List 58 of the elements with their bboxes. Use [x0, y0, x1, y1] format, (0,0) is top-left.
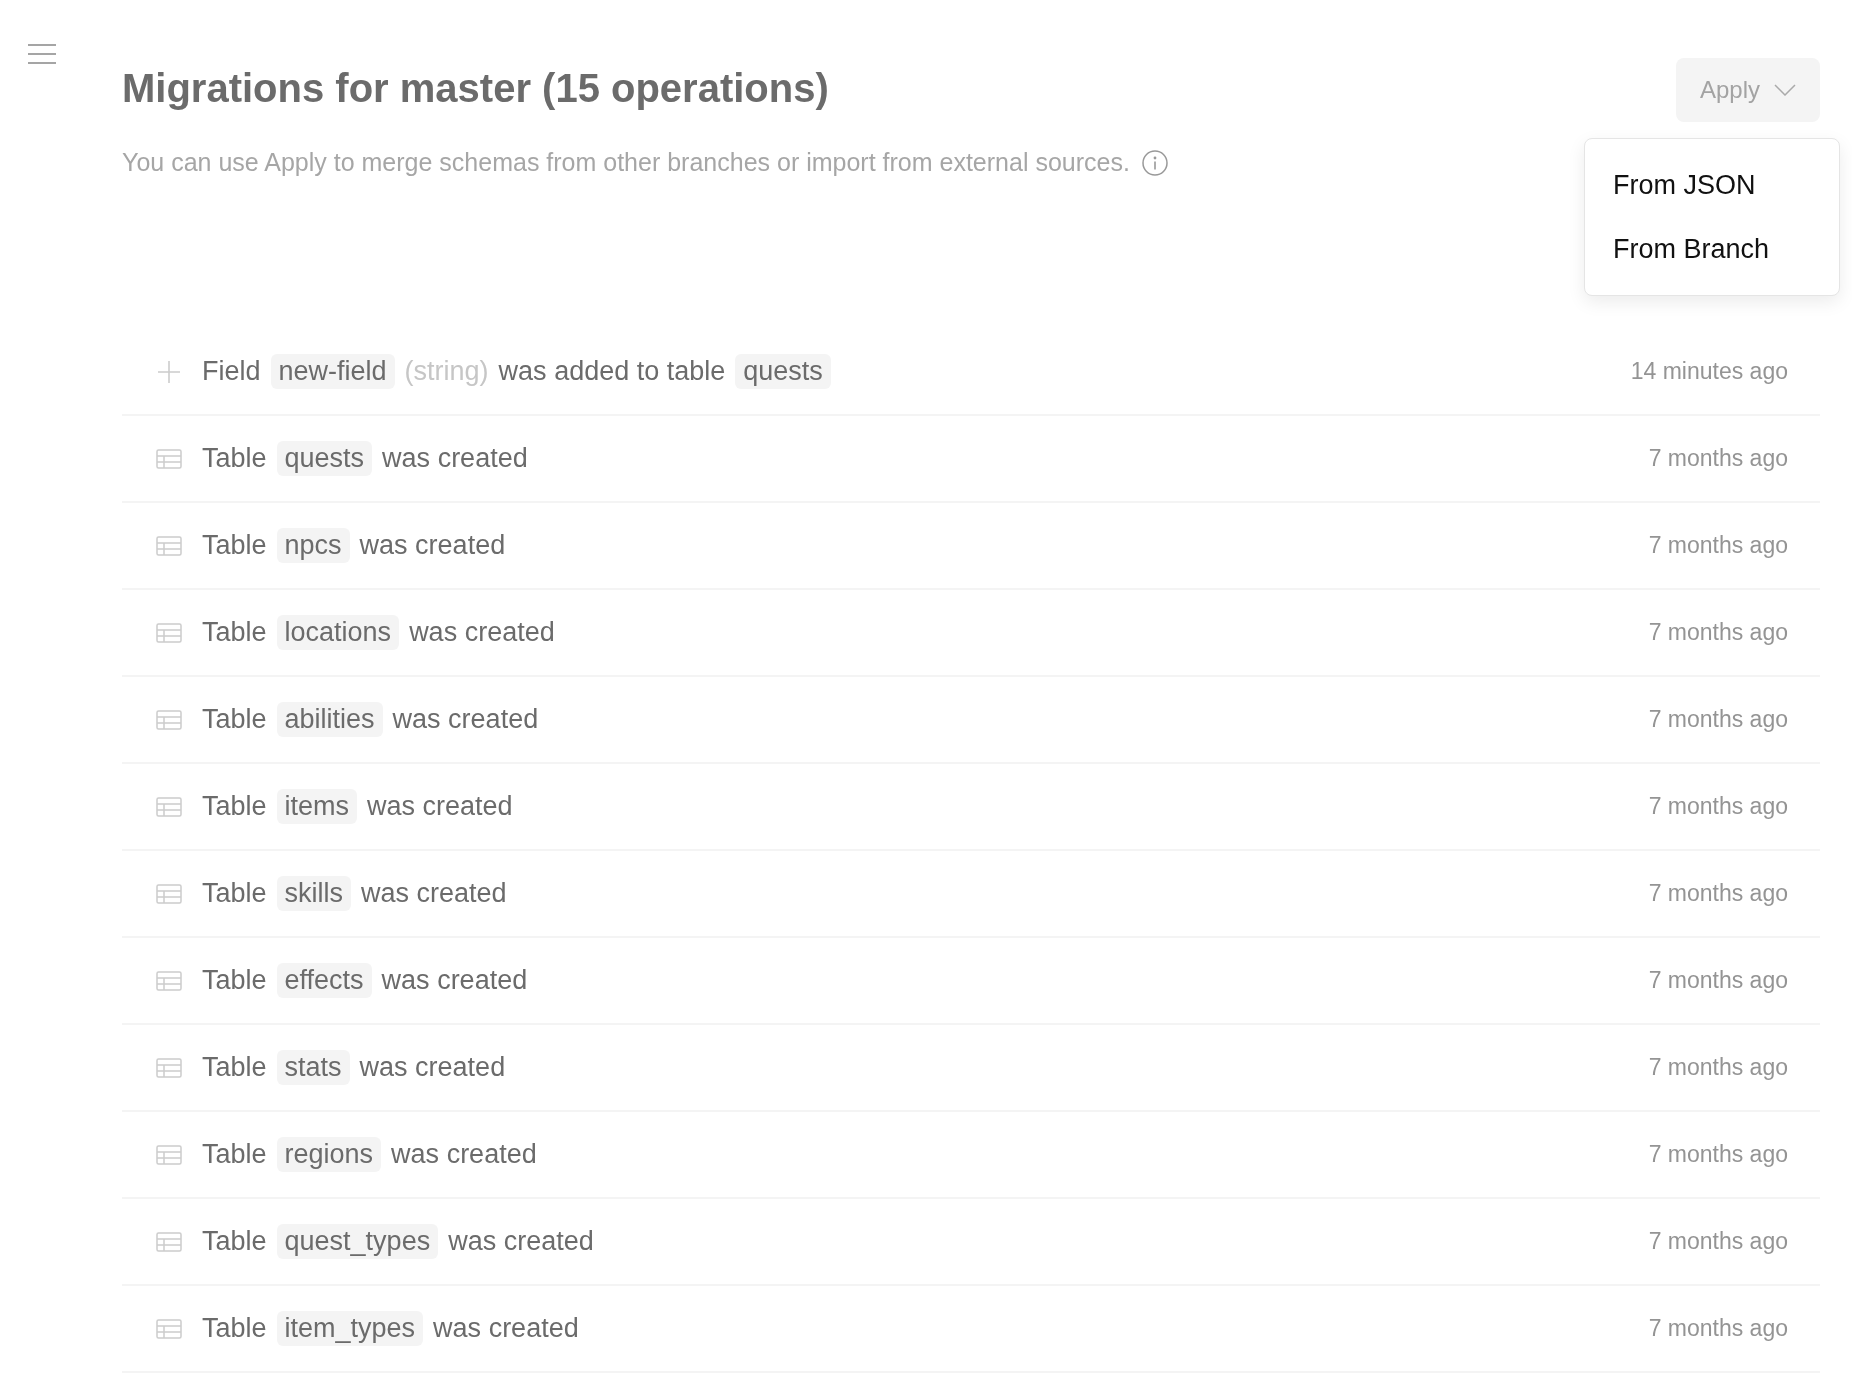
operation-text: Table — [202, 878, 267, 909]
name-chip: items — [276, 789, 358, 824]
timestamp: 7 months ago — [1648, 619, 1788, 646]
timestamp: 7 months ago — [1648, 1228, 1788, 1255]
timestamp: 7 months ago — [1648, 793, 1788, 820]
operation-text: Table — [202, 1226, 267, 1257]
timestamp: 7 months ago — [1648, 1315, 1788, 1342]
menu-item[interactable]: From Branch — [1585, 217, 1839, 281]
type-text: (string) — [404, 356, 489, 387]
page-title: Migrations for master (15 operations) — [122, 65, 829, 112]
timestamp: 7 months ago — [1648, 880, 1788, 907]
name-chip: locations — [276, 615, 400, 650]
operation-text: Table — [202, 530, 267, 561]
timestamp: 7 months ago — [1648, 1141, 1788, 1168]
name-chip: quests — [735, 354, 831, 389]
chevron-icon — [1774, 84, 1796, 96]
timestamp: 7 months ago — [1648, 445, 1788, 472]
plus-icon — [156, 358, 182, 385]
timestamp: 7 months ago — [1648, 1054, 1788, 1081]
timestamp: 7 months ago — [1648, 706, 1788, 733]
operation-text: Table — [202, 617, 267, 648]
menu-item[interactable]: From JSON — [1585, 153, 1839, 217]
operation-text: was added to table — [498, 356, 726, 387]
name-chip: stats — [276, 1050, 350, 1085]
operation-text: Table — [202, 965, 267, 996]
operation-text: Table — [202, 1313, 267, 1344]
timestamp: 14 minutes ago — [1630, 358, 1788, 385]
operation-text: was created — [392, 704, 539, 735]
operation-text: was created — [409, 617, 555, 648]
operation-text: Table — [202, 1052, 267, 1083]
operation-text: was created — [448, 1226, 594, 1257]
name-chip: quest_types — [276, 1224, 439, 1259]
name-chip: item_types — [276, 1311, 424, 1346]
operation-text: was created — [433, 1313, 579, 1344]
name-chip: effects — [276, 963, 372, 998]
description-text: You can use Apply to merge schemas from other branches or import from external sources. — [122, 148, 1130, 177]
name-chip: quests — [276, 441, 373, 476]
operation-text: Table — [202, 704, 267, 735]
operation-text: was created — [359, 530, 506, 561]
name-chip: npcs — [276, 528, 350, 563]
operation-text: was created — [381, 965, 528, 996]
operation-text: Table — [202, 443, 267, 474]
operation-text: Table — [202, 1139, 267, 1170]
operation-text: Field — [202, 356, 261, 387]
timestamp: 7 months ago — [1648, 967, 1788, 994]
name-chip: skills — [276, 876, 352, 911]
timestamp: 7 months ago — [1648, 532, 1788, 559]
info-icon[interactable] — [1141, 149, 1168, 176]
operation-text: was created — [391, 1139, 537, 1170]
operation-text: was created — [367, 791, 513, 822]
name-chip: new-field — [270, 354, 395, 389]
name-chip: regions — [276, 1137, 382, 1172]
operation-text: was created — [359, 1052, 506, 1083]
operation-text: Table — [202, 791, 267, 822]
operation-text: was created — [382, 443, 528, 474]
operation-text: was created — [361, 878, 507, 909]
menu-icon[interactable] — [28, 44, 56, 64]
name-chip: abilities — [276, 702, 383, 737]
